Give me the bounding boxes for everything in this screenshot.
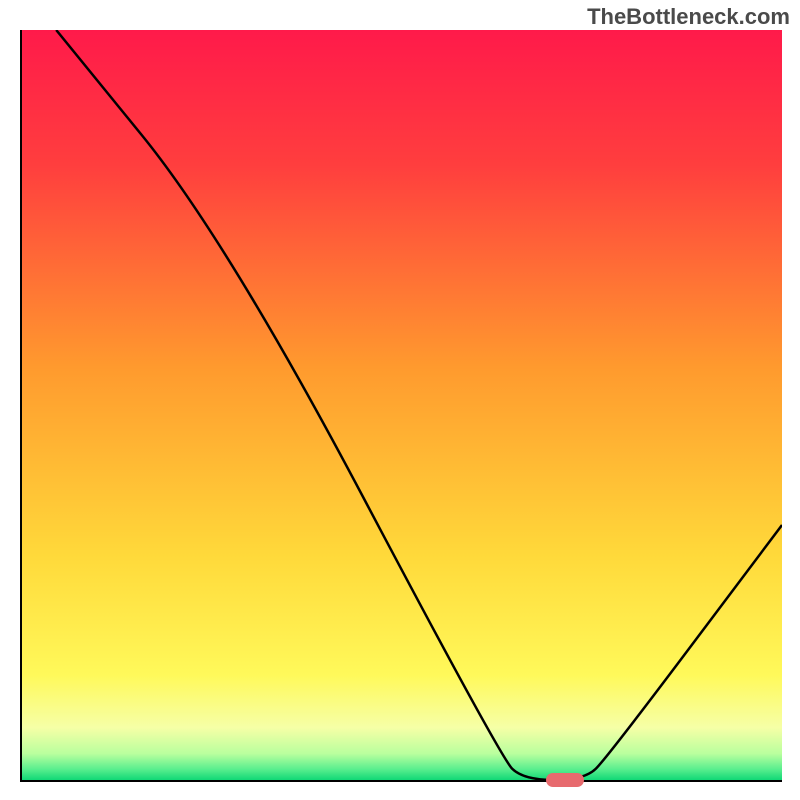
optimal-marker xyxy=(546,773,584,787)
chart-area xyxy=(20,30,782,782)
chart-background-gradient xyxy=(22,30,782,780)
watermark-label: TheBottleneck.com xyxy=(587,4,790,30)
